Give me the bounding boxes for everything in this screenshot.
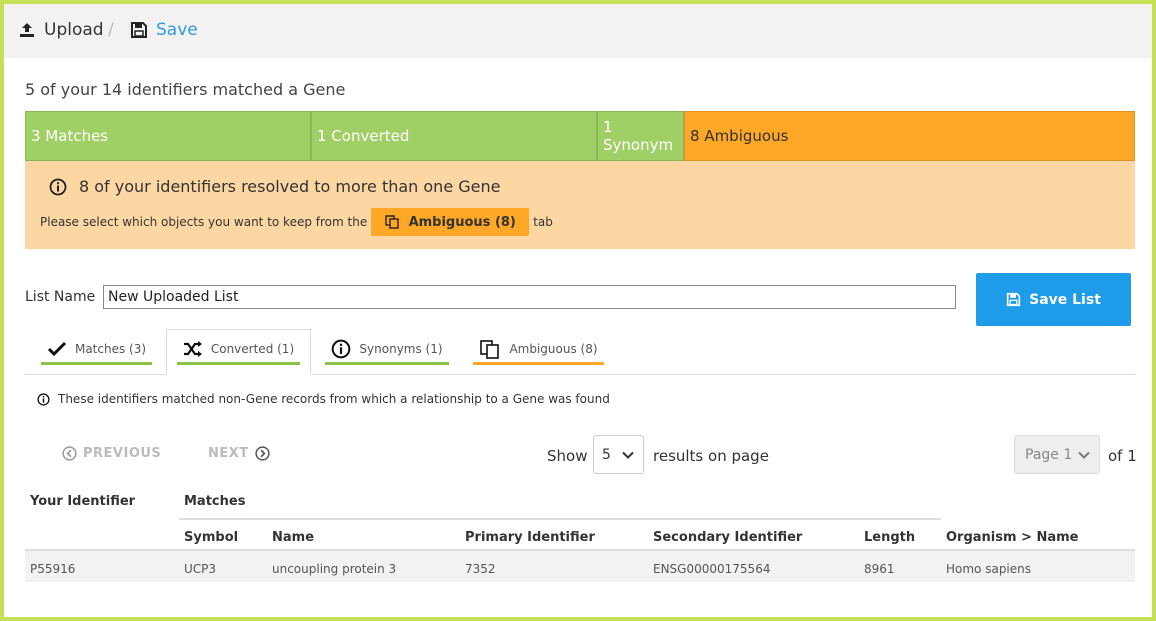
table-row: P55916 UCP3 uncoupling protein 3 7352 EN…: [25, 551, 1135, 582]
cell-secondary-identifier: ENSG00000175564: [653, 562, 771, 576]
tab-synonyms-label: Synonyms (1): [359, 342, 443, 356]
status-segment-converted[interactable]: 1 Converted: [311, 111, 597, 161]
cell-your-identifier: P55916: [30, 562, 76, 576]
ambiguous-tab-button-label: Ambiguous (8): [408, 214, 516, 230]
next-page-button[interactable]: NEXT: [208, 446, 270, 461]
breadcrumb: Upload / Save: [4, 4, 1152, 58]
cell-primary-identifier: 7352: [465, 562, 496, 576]
tab-matches[interactable]: Matches (3): [34, 329, 159, 375]
previous-page-button[interactable]: PREVIOUS: [62, 446, 161, 461]
alert-heading-text: 8 of your identifiers resolved to more t…: [79, 177, 501, 196]
your-identifier-header: Your Identifier: [30, 494, 136, 509]
alert-text-before: Please select which objects you want to …: [40, 215, 368, 229]
matches-header: Matches: [184, 494, 246, 509]
alert-heading: 8 of your identifiers resolved to more t…: [49, 177, 500, 196]
column-header-name[interactable]: Name: [272, 530, 314, 545]
copy-icon: [479, 339, 501, 359]
match-status-bar: 3 Matches 1 Converted 1 Synonym 8 Ambigu…: [25, 111, 1135, 161]
chevron-down-icon: [1077, 448, 1091, 462]
column-header-organism-name[interactable]: Organism > Name: [946, 530, 1079, 545]
breadcrumb-upload-label: Upload: [44, 20, 104, 40]
list-name-input[interactable]: [103, 285, 956, 309]
cell-length: 8961: [864, 562, 895, 576]
tab-ambiguous[interactable]: Ambiguous (8): [466, 329, 611, 375]
page-total-label: of 1: [1108, 447, 1137, 465]
copy-icon: [384, 215, 399, 229]
page-select[interactable]: Page 1: [1014, 435, 1100, 474]
list-name-label: List Name: [25, 289, 96, 305]
info-icon: [331, 339, 351, 359]
floppy-disk-icon: [1006, 292, 1021, 307]
alert-instructions: Please select which objects you want to …: [40, 208, 553, 236]
breadcrumb-save-label: Save: [156, 20, 198, 40]
results-on-page-label: results on page: [653, 447, 769, 465]
show-label: Show: [547, 447, 588, 465]
save-list-label: Save List: [1029, 291, 1101, 308]
tab-converted-label: Converted (1): [210, 342, 295, 356]
info-icon: [49, 178, 67, 196]
column-header-symbol[interactable]: Symbol: [184, 530, 238, 545]
alert-text-after: tab: [533, 215, 553, 229]
previous-label: PREVIOUS: [83, 446, 162, 461]
breadcrumb-upload[interactable]: Upload: [18, 18, 104, 42]
shuffle-icon: [183, 341, 203, 357]
app-frame: Upload / Save 5 of your 14 identifiers m…: [0, 0, 1156, 621]
tab-converted[interactable]: Converted (1): [166, 329, 311, 375]
column-header-secondary-identifier[interactable]: Secondary Identifier: [653, 530, 802, 545]
ambiguous-alert: 8 of your identifiers resolved to more t…: [25, 161, 1135, 249]
status-segment-matches[interactable]: 3 Matches: [25, 111, 311, 161]
cell-symbol: UCP3: [184, 562, 217, 576]
cell-name: uncoupling protein 3: [272, 562, 397, 576]
upload-icon: [18, 21, 36, 39]
page-select-value: Page 1: [1025, 446, 1073, 463]
tab-description: These identifiers matched non-Gene recor…: [37, 392, 610, 406]
save-list-button[interactable]: Save List: [976, 273, 1131, 326]
info-icon: [37, 392, 50, 406]
ambiguous-tab-button[interactable]: Ambiguous (8): [371, 208, 530, 236]
chevron-left-circle-icon: [62, 446, 77, 461]
checkmark-icon: [47, 341, 67, 357]
tab-synonyms[interactable]: Synonyms (1): [322, 329, 452, 375]
summary-title: 5 of your 14 identifiers matched a Gene: [25, 80, 346, 99]
column-header-primary-identifier[interactable]: Primary Identifier: [465, 530, 595, 545]
results-per-page-value: 5: [602, 446, 611, 463]
chevron-right-circle-icon: [255, 446, 270, 461]
column-header-row: Symbol Name Primary Identifier Secondary…: [25, 520, 1135, 551]
breadcrumb-save[interactable]: Save: [130, 18, 198, 42]
tab-ambiguous-label: Ambiguous (8): [509, 342, 598, 356]
tab-matches-label: Matches (3): [74, 342, 147, 356]
cell-organism-name: Homo sapiens: [946, 562, 1032, 576]
next-label: NEXT: [208, 446, 249, 461]
column-header-length[interactable]: Length: [864, 530, 915, 545]
floppy-disk-icon: [130, 21, 148, 39]
status-segment-synonym[interactable]: 1 Synonym: [597, 111, 684, 161]
breadcrumb-separator: /: [108, 20, 114, 40]
tab-description-text: These identifiers matched non-Gene recor…: [58, 392, 610, 406]
chevron-down-icon: [621, 448, 635, 462]
results-per-page-select[interactable]: 5: [593, 435, 644, 474]
status-segment-ambiguous[interactable]: 8 Ambiguous: [684, 111, 1135, 161]
